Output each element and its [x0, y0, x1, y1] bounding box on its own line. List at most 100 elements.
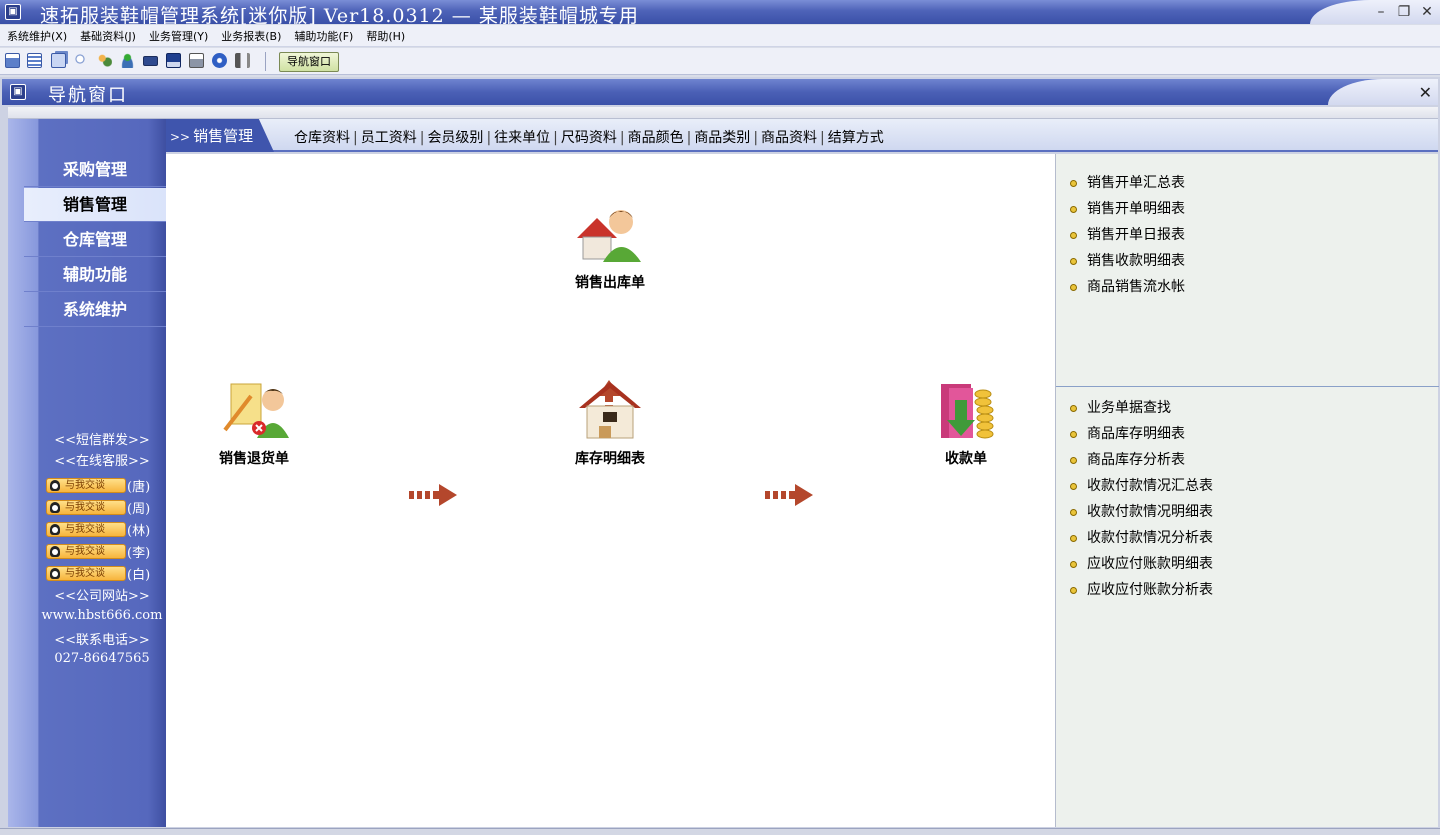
sales-return-order[interactable]: 销售退货单 — [199, 380, 309, 468]
restore-button[interactable]: ❐ — [1395, 3, 1413, 21]
sales-out-order[interactable]: 销售出库单 — [555, 204, 665, 292]
menu-auxiliary[interactable]: 辅助功能(F) — [287, 25, 359, 44]
report-ar-ap-analysis[interactable]: 应收应付账款分析表 — [1070, 579, 1213, 605]
toolbar-separator — [265, 52, 266, 71]
menu-basic-data[interactable]: 基础资料(J) — [73, 25, 142, 44]
close-button[interactable]: ✕ — [1418, 3, 1436, 21]
receipt-label: 收款单 — [945, 451, 987, 467]
right-arrow-icon — [765, 484, 813, 506]
flow-canvas: 销售出库单 销售退货单 库存明细表 收款单 — [166, 154, 1055, 827]
card-icon[interactable] — [143, 56, 158, 66]
qq-badge-icon: 与我交谈 — [46, 522, 126, 537]
phone-label: <<联系电话>> — [54, 633, 150, 648]
nav-window: ▣ 导航窗口 ✕ 采购管理 销售管理 仓库管理 辅助功能 系统维护 <<短信群发… — [0, 77, 1440, 835]
report-sales-detail[interactable]: 销售开单明细表 — [1070, 198, 1185, 224]
nav-window-titlebar: ▣ 导航窗口 ✕ — [2, 79, 1438, 106]
save-icon[interactable] — [166, 53, 181, 68]
report-ar-ap-detail[interactable]: 应收应付账款明细表 — [1070, 553, 1213, 579]
nav-window-close-button[interactable]: ✕ — [1419, 83, 1432, 102]
qq-chat-tang[interactable]: 与我交谈 (唐) — [46, 475, 150, 495]
online-service-label: <<在线客服>> — [54, 454, 150, 469]
report-payment-detail[interactable]: 收款付款情况明细表 — [1070, 501, 1213, 527]
nav-item-system[interactable]: 系统维护 — [24, 293, 166, 327]
users-icon[interactable] — [97, 53, 112, 68]
nav-item-purchase[interactable]: 采购管理 — [24, 153, 166, 187]
search-icon[interactable] — [74, 53, 89, 68]
exit-icon[interactable] — [235, 53, 250, 68]
qq-chat-bai[interactable]: 与我交谈 (白) — [46, 563, 150, 583]
tab-warehouse-data[interactable]: 仓库资料 — [294, 130, 350, 146]
app-icon[interactable]: ▣ — [5, 4, 21, 20]
status-strip — [0, 828, 1440, 835]
report-sales-summary[interactable]: 销售开单汇总表 — [1070, 172, 1185, 198]
report-stock-detail[interactable]: 商品库存明细表 — [1070, 423, 1213, 449]
nav-item-auxiliary[interactable]: 辅助功能 — [24, 258, 166, 292]
tab-staff-data[interactable]: 员工资料 — [361, 130, 417, 146]
help-icon[interactable] — [212, 53, 227, 68]
app-titlebar: ▣ 速拓服装鞋帽管理系统[迷你版] Ver18.0312 — 某服装鞋帽城专用 … — [0, 0, 1440, 27]
sales-return-label: 销售退货单 — [219, 451, 289, 467]
window-icon[interactable] — [51, 53, 66, 68]
tab-product-data[interactable]: 商品资料 — [761, 130, 817, 146]
list-icon[interactable] — [27, 53, 42, 68]
money-icon — [929, 380, 1003, 442]
qq-chat-li[interactable]: 与我交谈 (李) — [46, 541, 150, 561]
menu-business-management[interactable]: 业务管理(Y) — [142, 25, 214, 44]
qq-chat-lin[interactable]: 与我交谈 (林) — [46, 519, 150, 539]
tab-settlement[interactable]: 结算方式 — [828, 130, 884, 146]
tab-sep: | — [553, 130, 558, 146]
report-payment-analysis[interactable]: 收款付款情况分析表 — [1070, 527, 1213, 553]
app-title: 速拓服装鞋帽管理系统[迷你版] Ver18.0312 — 某服装鞋帽城专用 — [40, 5, 639, 27]
qq-contact-name: (白) — [127, 568, 151, 583]
house-icon — [573, 380, 647, 442]
tab-product-category[interactable]: 商品类别 — [694, 130, 750, 146]
qq-chat-zhou[interactable]: 与我交谈 (周) — [46, 497, 150, 517]
grid-icon[interactable] — [5, 53, 20, 68]
inventory-detail[interactable]: 库存明细表 — [555, 380, 665, 468]
tab-size-data[interactable]: 尺码资料 — [561, 130, 617, 146]
print-icon[interactable] — [189, 53, 204, 68]
company-site-label: <<公司网站>> — [54, 589, 150, 604]
receipt-order[interactable]: 收款单 — [911, 380, 1021, 468]
tab-sales-management[interactable]: >> 销售管理 — [166, 119, 274, 152]
menu-bar: 系统维护(X) 基础资料(J) 业务管理(Y) 业务报表(B) 辅助功能(F) 帮助(H) — [0, 25, 1440, 47]
right-arrow-icon — [409, 484, 457, 506]
sales-out-icon — [573, 204, 647, 266]
tab-sep: | — [619, 130, 625, 146]
report-stock-analysis[interactable]: 商品库存分析表 — [1070, 449, 1213, 475]
report-sales-receipt-detail[interactable]: 销售收款明细表 — [1070, 250, 1185, 276]
sales-report-list: 销售开单汇总表 销售开单明细表 销售开单日报表 销售收款明细表 商品销售流水帐 — [1070, 172, 1185, 302]
qq-contact-name: (唐) — [127, 480, 151, 495]
report-payment-summary[interactable]: 收款付款情况汇总表 — [1070, 475, 1213, 501]
report-divider — [1056, 386, 1439, 387]
nav-item-warehouse[interactable]: 仓库管理 — [24, 223, 166, 257]
menu-business-reports[interactable]: 业务报表(B) — [214, 25, 287, 44]
menu-system-maintenance[interactable]: 系统维护(X) — [0, 25, 73, 44]
tab-product-color[interactable]: 商品颜色 — [628, 130, 684, 146]
user-icon[interactable] — [120, 53, 135, 68]
report-product-sales-flow[interactable]: 商品销售流水帐 — [1070, 276, 1185, 302]
tab-sep: | — [486, 130, 492, 146]
tab-sep: | — [820, 130, 825, 146]
sms-link[interactable]: <<短信群发>> — [38, 429, 166, 448]
company-site-url[interactable]: www.hbst666.com — [38, 608, 166, 623]
nav-window-button[interactable]: 导航窗口 — [279, 52, 339, 72]
tab-active-label: 销售管理 — [193, 127, 254, 145]
qq-badge-icon: 与我交谈 — [46, 500, 126, 515]
module-tabbar: >> 销售管理 仓库资料 | 员工资料 | 会员级别 | 往来单位 | 尺码资料 | 商品颜色 | 商品类… — [166, 119, 1438, 152]
phone-number: 027-86647565 — [54, 651, 150, 666]
sales-return-icon — [217, 380, 291, 442]
nav-window-icon: ▣ — [10, 84, 26, 100]
qq-badge-icon: 与我交谈 — [46, 544, 126, 559]
tab-member-level[interactable]: 会员级别 — [427, 130, 483, 146]
tab-sep: | — [753, 130, 759, 146]
minimize-button[interactable]: – — [1372, 3, 1390, 21]
inventory-label: 库存明细表 — [575, 451, 645, 467]
menu-help[interactable]: 帮助(H) — [359, 25, 411, 44]
report-sales-daily[interactable]: 销售开单日报表 — [1070, 224, 1185, 250]
qq-contact-name: (李) — [127, 546, 151, 561]
report-doc-search[interactable]: 业务单据查找 — [1070, 397, 1213, 423]
tab-partners[interactable]: 往来单位 — [494, 130, 550, 146]
report-panel: 销售开单汇总表 销售开单明细表 销售开单日报表 销售收款明细表 商品销售流水帐 … — [1055, 154, 1439, 827]
nav-item-sales[interactable]: 销售管理 — [24, 188, 166, 222]
